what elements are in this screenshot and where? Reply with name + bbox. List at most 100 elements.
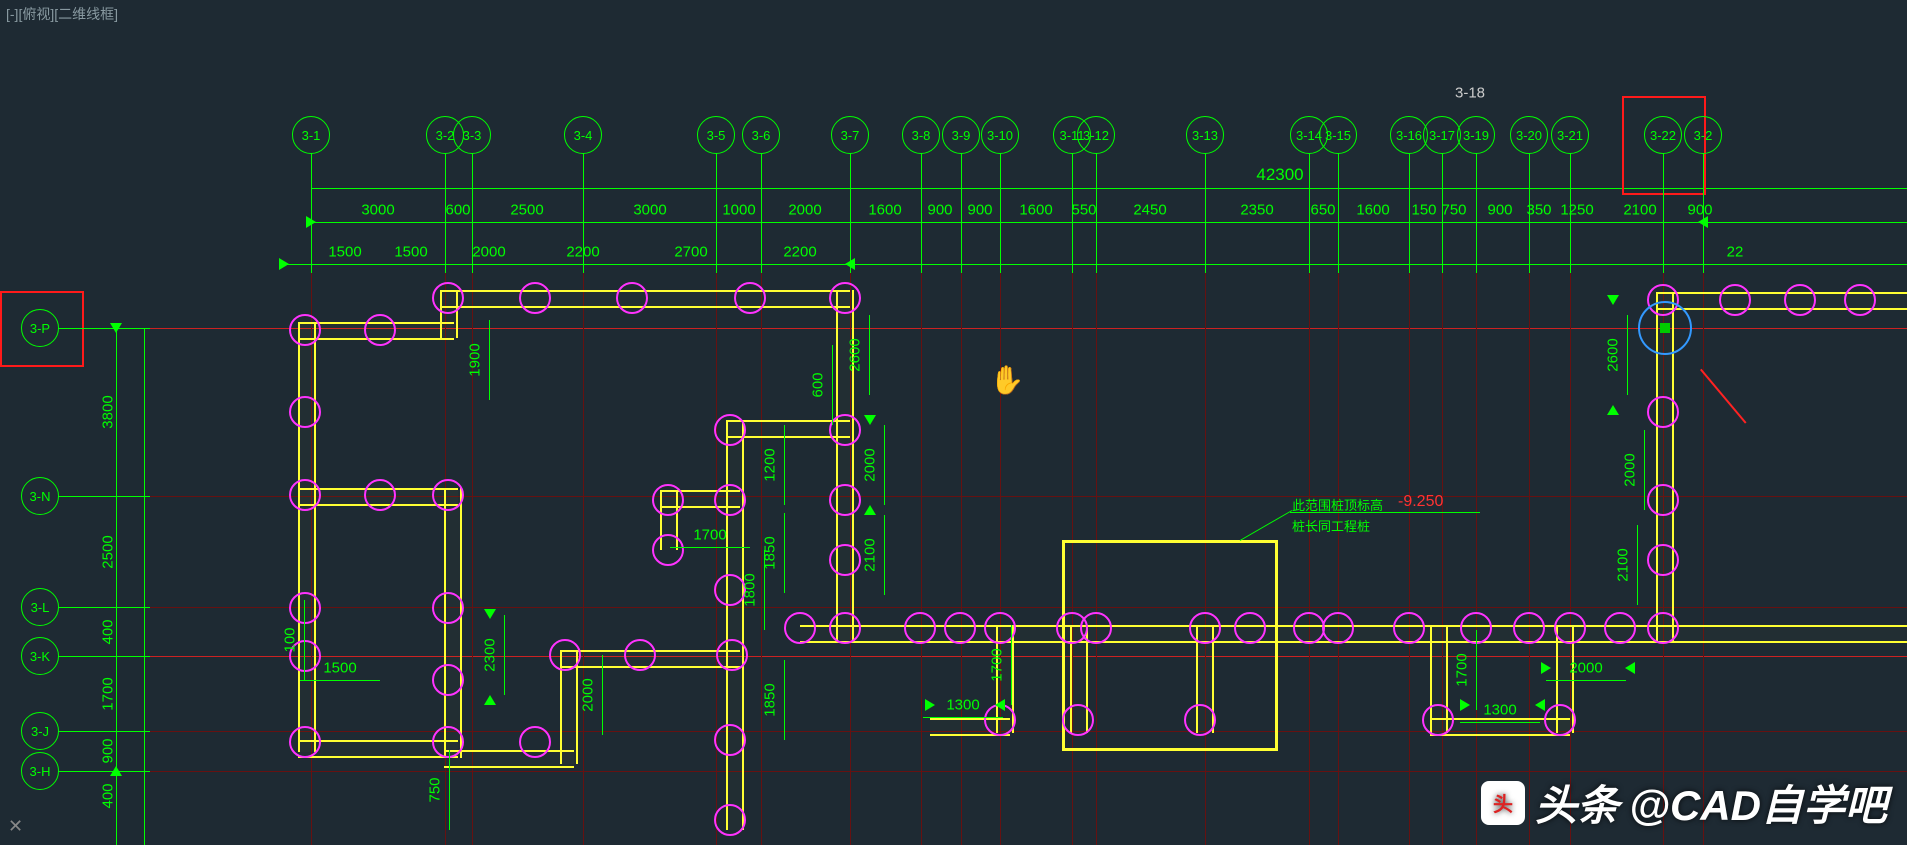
- pile-circle: [829, 484, 861, 516]
- dim-value: 2000: [1569, 660, 1602, 677]
- axis-bubble-3-J: 3-J: [21, 712, 59, 750]
- dim-value: 2000: [580, 678, 597, 711]
- dim-tick: [1442, 182, 1443, 194]
- dim-tick: [445, 182, 446, 194]
- axis-bubble-3-P: 3-P: [21, 309, 59, 347]
- pile-circle: [364, 479, 396, 511]
- axis-bubble-3-2: 3-2: [1684, 116, 1722, 154]
- axis-bubble-3-17: 3-17: [1423, 116, 1461, 154]
- dim-value: 2100: [862, 538, 879, 571]
- dim-line: [832, 345, 833, 425]
- pile-circle: [1719, 284, 1751, 316]
- selection-grip[interactable]: [1660, 323, 1670, 333]
- pile-circle: [652, 534, 684, 566]
- dim-value: 2600: [847, 338, 864, 371]
- pile-circle: [904, 612, 936, 644]
- dim-line: [1627, 315, 1628, 395]
- pile-circle: [1647, 612, 1679, 644]
- pile-circle: [289, 396, 321, 428]
- dim-arrow-icon: [1625, 662, 1635, 674]
- dim-tick: [445, 258, 446, 270]
- dim-line-1: [311, 222, 1907, 223]
- viewcube-icon[interactable]: ✕: [8, 816, 23, 837]
- dim-value: 1800: [742, 573, 759, 606]
- dim-value: 750: [1441, 202, 1466, 219]
- dim-value: 2100: [1615, 548, 1632, 581]
- axis-stem: [921, 153, 922, 273]
- dim-tick: [110, 731, 122, 732]
- pile-circle: [714, 414, 746, 446]
- pile-circle: [829, 282, 861, 314]
- dim-line: [784, 660, 785, 740]
- axis-bubble-3-12: 3-12: [1077, 116, 1115, 154]
- pile-circle: [432, 592, 464, 624]
- cad-viewport[interactable]: [-][俯视][二维线框] 42300: [0, 0, 1907, 845]
- watermark-text: @CAD自学吧: [1629, 772, 1887, 833]
- pile-circle: [1844, 284, 1876, 316]
- dim-arrow-icon: [845, 258, 855, 270]
- axis-bubble-3-H: 3-H: [21, 752, 59, 790]
- pan-cursor-icon: ✋: [990, 364, 1025, 397]
- dim-value: 3800: [100, 395, 117, 428]
- axis-stem: [58, 731, 148, 732]
- dim-value: 2350: [1240, 202, 1273, 219]
- dim-tick: [1663, 216, 1664, 228]
- axis-bubble-3-4: 3-4: [564, 116, 602, 154]
- wall: [836, 420, 854, 640]
- pile-circle: [1647, 484, 1679, 516]
- pile-circle: [1322, 612, 1354, 644]
- dim-tick: [921, 216, 922, 228]
- dim-line: [602, 655, 603, 735]
- dim-tick: [1409, 216, 1410, 228]
- dim-tick: [1338, 216, 1339, 228]
- dim-tick: [1529, 182, 1530, 194]
- dim-tick: [1072, 258, 1073, 270]
- dim-tick: [716, 258, 717, 270]
- dim-value: 2000: [472, 244, 505, 261]
- watermark-logo-icon: 头: [1481, 781, 1525, 825]
- pile-circle: [1604, 612, 1636, 644]
- dim-value: 900: [967, 202, 992, 219]
- dim-tick: [1476, 258, 1477, 270]
- axis-stem: [58, 771, 148, 772]
- dim-tick: [583, 182, 584, 194]
- pile-circle: [1189, 612, 1221, 644]
- pile-circle: [829, 544, 861, 576]
- dim-tick: [138, 607, 150, 608]
- dim-line: [764, 550, 765, 630]
- dim-tick: [1072, 182, 1073, 194]
- dim-arrow-icon: [1607, 405, 1619, 415]
- dim-value: 2700: [674, 244, 707, 261]
- dim-tick: [1703, 258, 1704, 270]
- dim-tick: [311, 258, 312, 270]
- axis-stem: [1205, 153, 1206, 273]
- dim-value: 1700: [693, 527, 726, 544]
- dim-tick: [761, 216, 762, 228]
- view-controls-label[interactable]: [-][俯视][二维线框]: [2, 2, 122, 26]
- pile-circle: [519, 282, 551, 314]
- dim-value: 2500: [510, 202, 543, 219]
- dim-value: 1600: [1356, 202, 1389, 219]
- dim-value: 1000: [722, 202, 755, 219]
- pile-circle: [714, 804, 746, 836]
- dim-value: 1700: [989, 648, 1006, 681]
- pile-circle: [716, 639, 748, 671]
- pile-circle: [289, 479, 321, 511]
- dim-line: [1476, 630, 1477, 710]
- dim-tick: [1476, 182, 1477, 194]
- dim-tick: [1205, 258, 1206, 270]
- dim-value: 900: [100, 738, 117, 763]
- pile-circle: [1544, 704, 1576, 736]
- grid-line: [583, 273, 584, 845]
- dim-arrow-icon: [279, 258, 289, 270]
- dim-value: 2200: [783, 244, 816, 261]
- pile-circle: [784, 612, 816, 644]
- dim-tick: [1703, 182, 1704, 194]
- dim-value: 400: [100, 619, 117, 644]
- dim-value: 2300: [482, 638, 499, 671]
- pile-circle: [616, 282, 648, 314]
- dim-tick: [1663, 182, 1664, 194]
- dim-tick: [311, 182, 312, 194]
- dim-value: 350: [1526, 202, 1551, 219]
- dim-tick: [1000, 182, 1001, 194]
